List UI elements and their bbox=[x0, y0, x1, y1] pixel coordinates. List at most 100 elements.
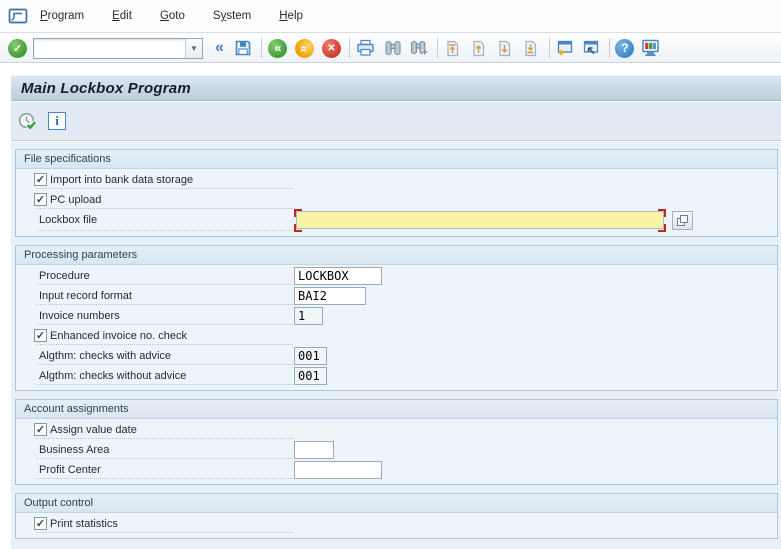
page-up-icon bbox=[473, 40, 485, 56]
menu-program[interactable]: Program bbox=[36, 8, 88, 24]
field-row: Algthm: checks with advice bbox=[16, 346, 777, 366]
first-page-icon bbox=[447, 40, 459, 56]
group-account-assignments: Account assignments Assign value date Bu… bbox=[15, 399, 778, 485]
profit-center-input[interactable] bbox=[294, 461, 382, 479]
toolbar-separator bbox=[260, 38, 262, 58]
create-shortcut-icon bbox=[584, 40, 599, 55]
group-file-specifications: File specifications Import into bank dat… bbox=[15, 149, 778, 237]
import-bank-data-checkbox[interactable] bbox=[34, 173, 47, 186]
checkbox-label: PC upload bbox=[50, 194, 102, 206]
field-label: Business Area bbox=[39, 444, 110, 456]
assign-value-date-checkbox[interactable] bbox=[34, 423, 47, 436]
checkbox-label: Enhanced invoice no. check bbox=[50, 330, 187, 342]
field-row: Procedure bbox=[16, 266, 777, 286]
page-up-button[interactable] bbox=[468, 36, 490, 60]
create-shortcut-button[interactable] bbox=[580, 36, 602, 60]
menu-system[interactable]: System bbox=[209, 8, 255, 24]
field-row: Lockbox file bbox=[16, 209, 777, 232]
find-next-button[interactable] bbox=[408, 36, 430, 60]
find-icon bbox=[385, 40, 401, 56]
find-button[interactable] bbox=[382, 36, 404, 60]
lockbox-file-input[interactable] bbox=[296, 211, 664, 229]
checkbox-label: Assign value date bbox=[50, 424, 137, 436]
title-bar: Main Lockbox Program bbox=[11, 75, 781, 101]
save-icon bbox=[235, 40, 251, 56]
field-row: Input record format bbox=[16, 286, 777, 306]
print-icon bbox=[357, 39, 375, 56]
first-page-button[interactable] bbox=[442, 36, 464, 60]
algthm-with-advice-input[interactable] bbox=[294, 347, 327, 365]
field-row: Invoice numbers bbox=[16, 306, 777, 326]
group-title: File specifications bbox=[16, 150, 777, 169]
menu-bar: Program Edit Goto System Help bbox=[0, 0, 781, 33]
collapse-button[interactable]: « bbox=[213, 39, 226, 57]
info-button[interactable]: i bbox=[45, 108, 69, 134]
group-output-control: Output control Print statistics bbox=[15, 493, 778, 539]
input-record-format-input[interactable] bbox=[294, 287, 366, 305]
field-label: Input record format bbox=[39, 290, 132, 302]
exit-button[interactable] bbox=[294, 38, 314, 58]
application-toolbar: i bbox=[11, 102, 781, 141]
new-session-button[interactable] bbox=[554, 36, 576, 60]
menu-edit[interactable]: Edit bbox=[108, 8, 136, 24]
info-icon: i bbox=[48, 112, 66, 130]
find-next-icon bbox=[410, 40, 428, 55]
execute-button[interactable] bbox=[16, 108, 40, 134]
checkbox-row: Print statistics bbox=[16, 514, 777, 534]
business-area-input[interactable] bbox=[294, 441, 334, 459]
field-label: Invoice numbers bbox=[39, 310, 120, 322]
procedure-input[interactable] bbox=[294, 267, 382, 285]
back-button[interactable] bbox=[267, 38, 287, 58]
checkbox-row: Enhanced invoice no. check bbox=[16, 326, 777, 346]
customize-layout-button[interactable] bbox=[640, 36, 662, 60]
checkbox-row: Assign value date bbox=[16, 420, 777, 440]
command-input[interactable] bbox=[34, 38, 185, 58]
menu-help[interactable]: Help bbox=[275, 8, 307, 24]
help-button[interactable] bbox=[614, 36, 636, 60]
checkbox-row: Import into bank data storage bbox=[16, 170, 777, 190]
field-row: Profit Center bbox=[16, 460, 777, 480]
sap-window-icon bbox=[8, 8, 28, 24]
page-down-button[interactable] bbox=[494, 36, 516, 60]
menu-goto[interactable]: Goto bbox=[156, 8, 189, 24]
help-icon bbox=[615, 38, 635, 58]
field-label: Algthm: checks without advice bbox=[39, 370, 187, 382]
invoice-numbers-input[interactable] bbox=[294, 307, 323, 325]
group-title: Account assignments bbox=[16, 400, 777, 419]
system-menu-icon[interactable] bbox=[8, 8, 28, 28]
group-processing-parameters: Processing parameters Procedure Input re… bbox=[15, 245, 778, 391]
enhanced-invoice-check-checkbox[interactable] bbox=[34, 329, 47, 342]
command-dropdown-icon[interactable]: ▼ bbox=[185, 38, 202, 58]
standard-toolbar: ▼ « bbox=[0, 34, 781, 63]
print-button[interactable] bbox=[355, 36, 377, 60]
toolbar-separator bbox=[548, 38, 550, 58]
last-page-icon bbox=[525, 40, 537, 56]
required-field-frame bbox=[294, 209, 666, 232]
last-page-button[interactable] bbox=[520, 36, 542, 60]
command-field[interactable]: ▼ bbox=[33, 37, 203, 59]
page-down-icon bbox=[499, 40, 511, 56]
algthm-without-advice-input[interactable] bbox=[294, 367, 327, 385]
toolbar-separator bbox=[436, 38, 438, 58]
print-statistics-checkbox[interactable] bbox=[34, 517, 47, 530]
cancel-button[interactable] bbox=[321, 38, 341, 58]
customize-layout-icon bbox=[642, 39, 660, 56]
browse-file-button[interactable] bbox=[672, 211, 693, 230]
checkbox-row: PC upload bbox=[16, 190, 777, 210]
group-title: Processing parameters bbox=[16, 246, 777, 265]
new-session-icon bbox=[557, 40, 573, 56]
field-row: Algthm: checks without advice bbox=[16, 366, 777, 386]
selection-screen: File specifications Import into bank dat… bbox=[11, 142, 781, 549]
checkbox-label: Print statistics bbox=[50, 518, 118, 530]
checkbox-label: Import into bank data storage bbox=[50, 174, 194, 186]
pc-upload-checkbox[interactable] bbox=[34, 193, 47, 206]
field-label: Algthm: checks with advice bbox=[39, 350, 172, 362]
field-row: Business Area bbox=[16, 440, 777, 460]
group-title: Output control bbox=[16, 494, 777, 513]
save-button[interactable] bbox=[232, 36, 254, 60]
toolbar-separator bbox=[608, 38, 610, 58]
enter-button[interactable] bbox=[8, 38, 27, 58]
execute-icon bbox=[18, 112, 37, 131]
page-title: Main Lockbox Program bbox=[21, 79, 191, 97]
field-label: Lockbox file bbox=[39, 214, 98, 226]
